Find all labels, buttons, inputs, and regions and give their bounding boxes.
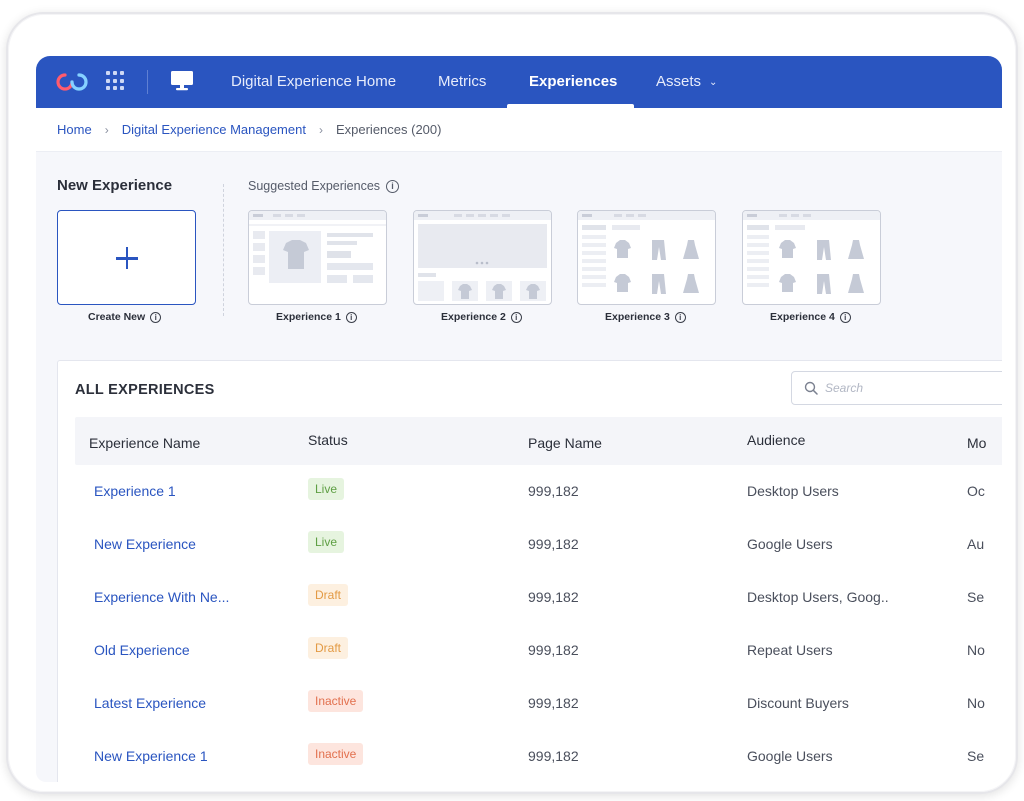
nav-divider: [147, 70, 148, 94]
top-nav: Digital Experience Home Metrics Experien…: [36, 56, 1002, 108]
search-input[interactable]: [825, 381, 975, 395]
column-header-page-name[interactable]: Page Name: [528, 435, 602, 451]
info-icon[interactable]: i: [839, 311, 851, 323]
create-new-button[interactable]: [57, 210, 196, 305]
all-experiences-title: ALL EXPERIENCES: [75, 382, 215, 398]
suggested-label-4: Experience 4: [770, 311, 835, 323]
table-row[interactable]: Latest Experience Inactive 999,182 Disco…: [75, 677, 1002, 730]
audience: Desktop Users: [747, 483, 839, 499]
table-row[interactable]: Experience 1 Live 999,182 Desktop Users …: [75, 465, 1002, 518]
table-row[interactable]: Old Experience Draft 999,182 Repeat User…: [75, 624, 1002, 677]
experience-name[interactable]: New Experience: [94, 536, 196, 552]
modified-date: Au: [967, 536, 985, 552]
column-header-status[interactable]: Status: [308, 432, 348, 448]
create-new-label: Create New: [88, 311, 146, 323]
status-badge: Inactive: [308, 690, 364, 712]
audience: Google Users: [747, 748, 833, 764]
experience-name[interactable]: Old Experience: [94, 642, 190, 658]
modified-date: No: [967, 642, 985, 658]
chevron-right-icon: ›: [104, 122, 109, 137]
status-badge: Inactive: [308, 743, 364, 765]
suggested-caption-4: Experience 4 i: [770, 311, 851, 323]
suggested-label-1: Experience 1: [276, 311, 341, 323]
experience-name[interactable]: Experience With Ne...: [94, 589, 229, 605]
page-name: 999,182: [528, 483, 579, 499]
breadcrumb: Home › Digital Experience Management › E…: [36, 108, 1002, 152]
audience: Google Users: [747, 536, 833, 552]
tshirt-icon: [614, 240, 631, 258]
suggested-experiences-label: Suggested Experiences: [248, 179, 381, 193]
monitor-icon[interactable]: [170, 70, 194, 92]
chevron-down-icon: ⌄: [709, 77, 718, 88]
page-name: 999,182: [528, 536, 579, 552]
audience: Desktop Users, Goog..: [747, 589, 889, 605]
info-icon[interactable]: i: [386, 179, 400, 193]
suggested-caption-2: Experience 2 i: [441, 311, 522, 323]
experience-name[interactable]: New Experience 1: [94, 748, 208, 764]
create-new-caption: Create New i: [88, 311, 162, 323]
status-badge: Live: [308, 531, 345, 553]
column-header-modified[interactable]: Mo: [967, 435, 986, 451]
chevron-right-icon: ›: [318, 122, 323, 137]
info-icon[interactable]: i: [510, 311, 522, 323]
status-badge: Live: [308, 478, 345, 500]
column-header-experience-name[interactable]: Experience Name: [89, 435, 200, 451]
suggested-caption-1: Experience 1 i: [276, 311, 357, 323]
section-divider: [223, 184, 224, 316]
nav-item-experiences[interactable]: Experiences: [529, 56, 617, 108]
suggested-experiences-title: Suggested Experiences i: [248, 179, 400, 193]
breadcrumb-section[interactable]: Digital Experience Management: [122, 122, 306, 137]
template-preview-category-grid-alt: [743, 211, 880, 294]
info-icon[interactable]: i: [674, 311, 686, 323]
experience-name[interactable]: Experience 1: [94, 483, 176, 499]
device-frame: Digital Experience Home Metrics Experien…: [6, 12, 1018, 794]
table-row[interactable]: New Experience Live 999,182 Google Users…: [75, 518, 1002, 571]
suggested-caption-3: Experience 3 i: [605, 311, 686, 323]
audience: Repeat Users: [747, 642, 833, 658]
page-name: 999,182: [528, 695, 579, 711]
app-grid-icon[interactable]: [106, 71, 126, 91]
table-header: Experience Name Status Page Name Audienc…: [75, 417, 1002, 465]
search-icon: [804, 381, 818, 395]
nav-item-assets-label: Assets: [656, 73, 702, 90]
dress-icon: [683, 240, 699, 259]
page-name: 999,182: [528, 642, 579, 658]
column-header-audience[interactable]: Audience: [747, 432, 805, 448]
info-icon[interactable]: i: [150, 311, 162, 323]
template-preview-category-grid: [578, 211, 715, 294]
experience-name[interactable]: Latest Experience: [94, 695, 206, 711]
modified-date: Oc: [967, 483, 985, 499]
nav-item-metrics[interactable]: Metrics: [438, 56, 486, 108]
suggested-label-2: Experience 2: [441, 311, 506, 323]
pants-icon: [652, 240, 666, 260]
app-screen: Digital Experience Home Metrics Experien…: [36, 56, 1002, 782]
search-field[interactable]: [791, 371, 1002, 405]
breadcrumb-home[interactable]: Home: [57, 122, 92, 137]
info-icon[interactable]: i: [345, 311, 357, 323]
table-row[interactable]: New Experience 1 Inactive 999,182 Google…: [75, 730, 1002, 782]
page-name: 999,182: [528, 748, 579, 764]
suggested-experience-card-2[interactable]: [413, 210, 552, 305]
suggested-label-3: Experience 3: [605, 311, 670, 323]
audience: Discount Buyers: [747, 695, 849, 711]
table-row[interactable]: Experience With Ne... Draft 999,182 Desk…: [75, 571, 1002, 624]
suggested-experience-card-4[interactable]: [742, 210, 881, 305]
template-preview-product-detail: [249, 211, 386, 283]
modified-date: No: [967, 695, 985, 711]
modified-date: Se: [967, 589, 985, 605]
all-experiences-card: ALL EXPERIENCES Experience Name Status P…: [57, 360, 1002, 782]
modified-date: Se: [967, 748, 985, 764]
plus-icon-vertical: [125, 247, 129, 269]
page-name: 999,182: [528, 589, 579, 605]
nav-item-assets[interactable]: Assets ⌄: [656, 56, 717, 108]
nav-item-home[interactable]: Digital Experience Home: [231, 56, 396, 108]
breadcrumb-current: Experiences (200): [335, 122, 442, 137]
new-experience-title: New Experience: [57, 177, 173, 194]
suggested-experience-card-1[interactable]: [248, 210, 387, 305]
template-preview-banner: [414, 211, 551, 301]
status-badge: Draft: [308, 637, 349, 659]
logo-icon[interactable]: [56, 72, 88, 92]
status-badge: Draft: [308, 584, 349, 606]
suggested-experience-card-3[interactable]: [577, 210, 716, 305]
